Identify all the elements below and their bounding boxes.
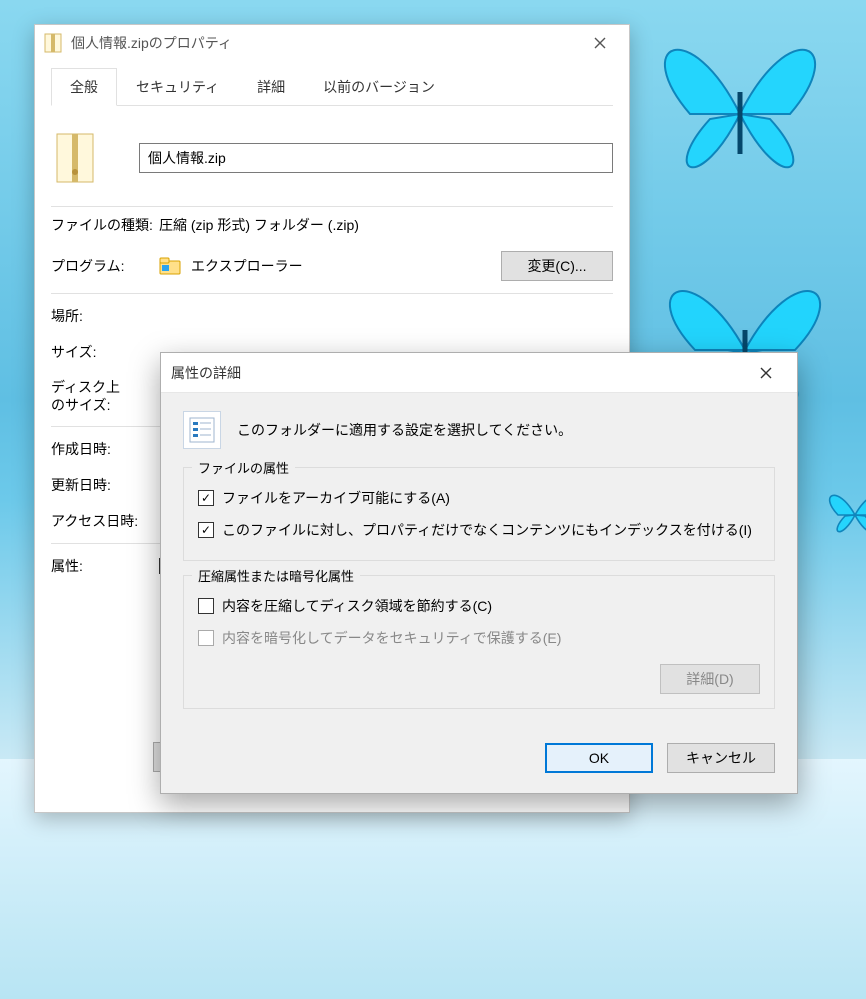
tab-security[interactable]: セキュリティ	[117, 68, 238, 106]
close-button[interactable]	[579, 29, 621, 57]
instruction-text: このフォルダーに適用する設定を選択してください。	[237, 420, 572, 440]
label-compress: 内容を圧縮してディスク領域を節約する(C)	[222, 596, 492, 616]
change-program-button[interactable]: 変更(C)...	[501, 251, 613, 281]
value-opens-with: エクスプローラー	[191, 256, 303, 276]
group-compress-encrypt: 圧縮属性または暗号化属性 内容を圧縮してディスク領域を節約する(C) 内容を暗号…	[183, 575, 775, 709]
label-created: 作成日時:	[51, 439, 159, 459]
checkbox-archive[interactable]	[198, 490, 214, 506]
label-file-type: ファイルの種類:	[51, 215, 159, 235]
tab-previous-versions[interactable]: 以前のバージョン	[304, 68, 454, 106]
cancel-button[interactable]: キャンセル	[667, 743, 775, 773]
label-size-on-disk: ディスク上 のサイズ:	[51, 378, 159, 414]
window-title: 属性の詳細	[171, 363, 745, 383]
value-file-type: 圧縮 (zip 形式) フォルダー (.zip)	[159, 215, 359, 235]
checkbox-compress[interactable]	[198, 598, 214, 614]
group-title: 圧縮属性または暗号化属性	[192, 566, 360, 585]
label-size: サイズ:	[51, 342, 159, 362]
tab-general[interactable]: 全般	[51, 68, 117, 106]
label-accessed: アクセス日時:	[51, 511, 159, 531]
group-title: ファイルの属性	[192, 458, 295, 477]
label-location: 場所:	[51, 306, 159, 326]
titlebar[interactable]: 属性の詳細	[161, 353, 797, 393]
close-button[interactable]	[745, 359, 787, 387]
tab-details[interactable]: 詳細	[238, 68, 304, 106]
ok-button[interactable]: OK	[545, 743, 653, 773]
label-opens-with: プログラム:	[51, 256, 159, 276]
group-file-attributes: ファイルの属性 ファイルをアーカイブ可能にする(A) このファイルに対し、プロパ…	[183, 467, 775, 561]
label-attributes: 属性:	[51, 556, 159, 576]
titlebar[interactable]: 個人情報.zipのプロパティ	[35, 25, 629, 61]
window-title: 個人情報.zipのプロパティ	[71, 33, 579, 53]
advanced-attributes-dialog: 属性の詳細 このフォルダーに適用する設定を選択してください。 ファイルの属性 フ…	[160, 352, 798, 794]
properties-sheet-icon	[183, 411, 221, 449]
zip-file-icon	[43, 33, 63, 53]
dialog-footer: OK キャンセル	[161, 727, 797, 793]
zip-file-icon	[51, 130, 99, 186]
filename-input[interactable]	[139, 143, 613, 173]
butterfly-icon	[630, 4, 850, 224]
label-index: このファイルに対し、プロパティだけでなくコンテンツにもインデックスを付ける(I)	[222, 520, 752, 540]
label-archive: ファイルをアーカイブ可能にする(A)	[222, 488, 450, 508]
explorer-icon	[159, 256, 181, 276]
details-button: 詳細(D)	[660, 664, 760, 694]
tab-strip: 全般 セキュリティ 詳細 以前のバージョン	[51, 67, 613, 106]
butterfly-icon	[820, 480, 866, 550]
checkbox-encrypt	[198, 630, 214, 646]
checkbox-index[interactable]	[198, 522, 214, 538]
label-modified: 更新日時:	[51, 475, 159, 495]
label-encrypt: 内容を暗号化してデータをセキュリティで保護する(E)	[222, 628, 561, 648]
